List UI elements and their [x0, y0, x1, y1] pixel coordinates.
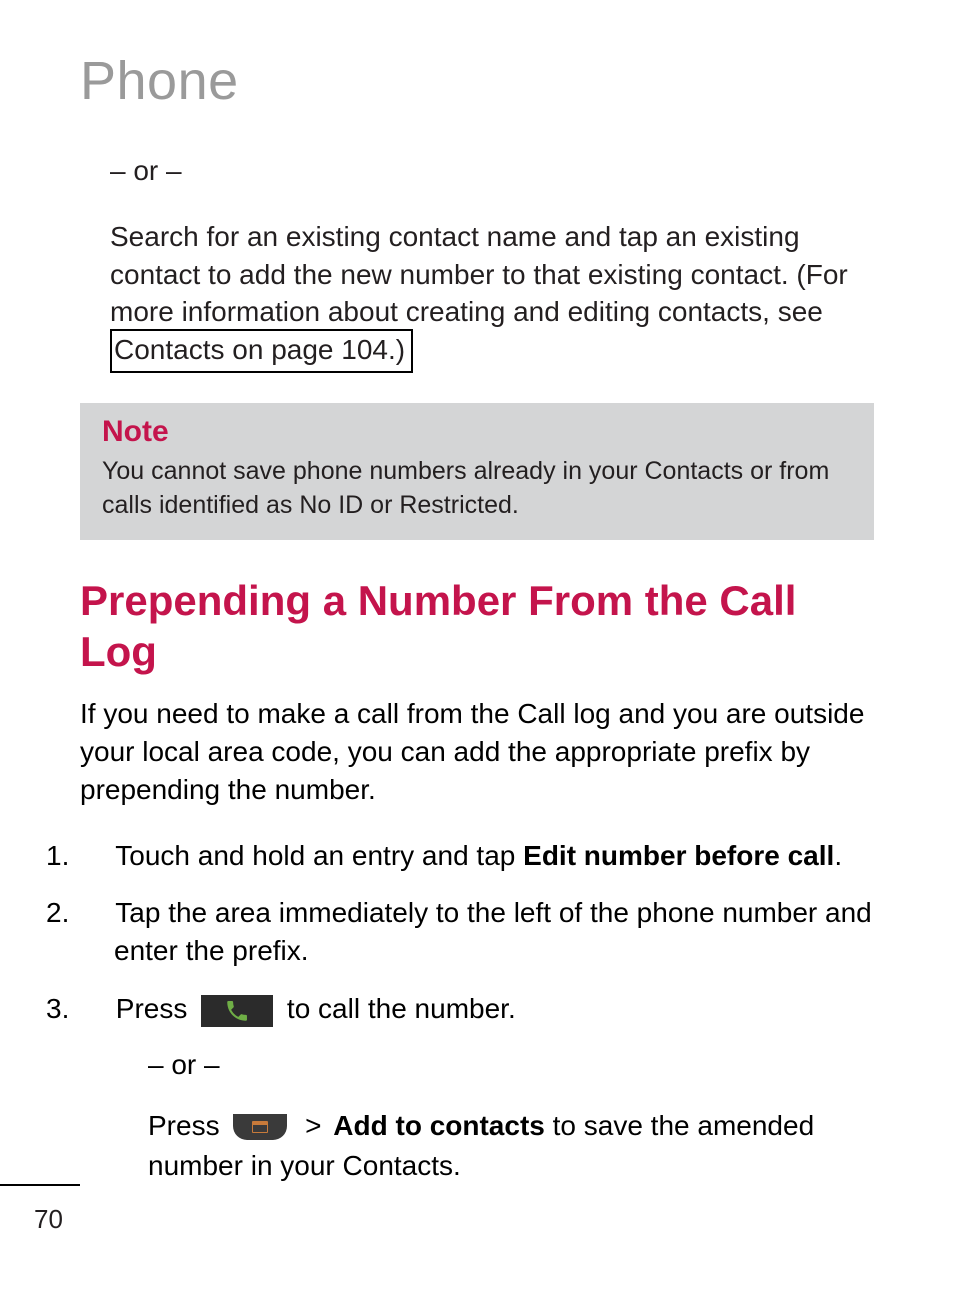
page-number: 70: [34, 1204, 63, 1235]
chapter-title: Phone: [80, 50, 874, 112]
step-2: 2. Tap the area immediately to the left …: [80, 894, 874, 970]
note-label: Note: [102, 415, 852, 449]
steps-list: 1. Touch and hold an entry and tap Edit …: [80, 837, 874, 1187]
step-3-press: Press > Add to contacts to save the amen…: [114, 1106, 874, 1187]
menu-button-icon: [233, 1114, 287, 1140]
section-intro: If you need to make a call from the Call…: [80, 695, 874, 808]
step-3-text-a: Press: [108, 993, 195, 1024]
footer-rule: [0, 1184, 80, 1186]
step-3-number: 3.: [80, 990, 108, 1028]
step-2-number: 2.: [80, 894, 108, 932]
step-2-text: Tap the area immediately to the left of …: [108, 897, 872, 966]
continuation-search: Search for an existing contact name and …: [80, 218, 874, 373]
step-3-or: – or –: [114, 1046, 874, 1084]
step-1-text-a: Touch and hold an entry and tap: [108, 840, 523, 871]
step-3: 3. Press to call the number. – or – Pres…: [80, 990, 874, 1187]
continuation-or: – or –: [80, 152, 874, 190]
continuation-text: Search for an existing contact name and …: [110, 221, 848, 328]
step-1-number: 1.: [80, 837, 108, 875]
step-3-press-a: Press: [148, 1110, 227, 1141]
note-box: Note You cannot save phone numbers alrea…: [80, 403, 874, 541]
section-heading: Prepending a Number From the Call Log: [80, 576, 874, 677]
add-to-contacts-label: Add to contacts: [333, 1110, 545, 1141]
contacts-page-link[interactable]: Contacts on page 104.): [110, 329, 413, 373]
note-text: You cannot save phone numbers already in…: [102, 455, 852, 523]
step-1: 1. Touch and hold an entry and tap Edit …: [80, 837, 874, 875]
call-icon: [224, 998, 250, 1024]
manual-page: Phone – or – Search for an existing cont…: [0, 0, 954, 1291]
call-button-icon: [201, 995, 273, 1027]
step-1-bold: Edit number before call: [523, 840, 834, 871]
step-1-text-b: .: [834, 840, 842, 871]
breadcrumb-separator: >: [305, 1110, 321, 1141]
step-3-text-b: to call the number.: [279, 993, 516, 1024]
